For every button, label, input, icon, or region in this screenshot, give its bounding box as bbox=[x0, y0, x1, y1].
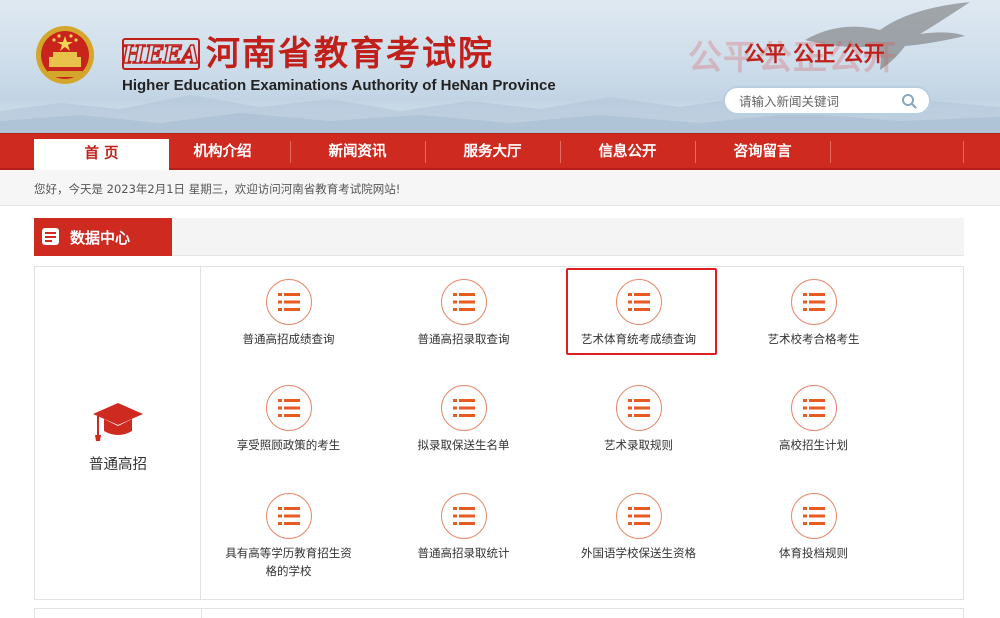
search-box bbox=[723, 86, 931, 115]
category-label: 普通高招 bbox=[89, 457, 147, 473]
main-nav: 首 页 机构介绍 新闻资讯 服务大厅 信息公开 咨询留言 bbox=[0, 133, 1000, 171]
item-icon-circle bbox=[266, 279, 312, 325]
item-label: 普通高招录取统计 bbox=[417, 546, 510, 560]
grid-item-arts-qualified[interactable]: 艺术校考合格考生 bbox=[726, 267, 901, 367]
item-icon-circle bbox=[791, 385, 837, 431]
data-center-panel: 普通高招 普通高招成绩查询 普通高招录取查询 艺术体育统考成绩查询 艺术校考合格… bbox=[34, 266, 964, 600]
site-header: HEEA 河南省教育考试院 Higher Education Examinati… bbox=[0, 0, 1000, 133]
nav-news[interactable]: 新闻资讯 bbox=[290, 134, 425, 170]
item-label: 享受照顾政策的考生 bbox=[236, 438, 341, 452]
nav-separator bbox=[963, 141, 964, 163]
slogan: 公平 公正 公开 bbox=[744, 42, 885, 66]
nav-services[interactable]: 服务大厅 bbox=[425, 134, 560, 170]
grid-item-arts-admission-rules[interactable]: 艺术录取规则 bbox=[551, 373, 726, 473]
national-emblem-icon bbox=[36, 26, 94, 84]
list-icon bbox=[803, 293, 825, 311]
item-icon-circle bbox=[791, 493, 837, 539]
list-icon bbox=[803, 399, 825, 417]
search-input[interactable] bbox=[739, 91, 899, 111]
item-icon-circle bbox=[441, 279, 487, 325]
next-panel-divider bbox=[201, 609, 202, 618]
heea-logo: HEEA bbox=[122, 38, 200, 70]
item-label: 外国语学校保送生资格 bbox=[581, 546, 696, 560]
item-label: 具有高等学历教育招生资格的学校 bbox=[225, 546, 352, 578]
grid-item-recommended-list[interactable]: 拟录取保送生名单 bbox=[376, 373, 551, 473]
nav-about[interactable]: 机构介绍 bbox=[155, 134, 290, 170]
list-icon bbox=[453, 293, 475, 311]
section-tab[interactable]: 数据中心 bbox=[34, 218, 172, 256]
item-icon-circle bbox=[616, 493, 662, 539]
grid-item-qualified-schools[interactable]: 具有高等学历教育招生资格的学校 bbox=[201, 481, 376, 593]
grid-item-admission-statistics[interactable]: 普通高招录取统计 bbox=[376, 481, 551, 581]
item-icon-circle bbox=[441, 385, 487, 431]
list-icon bbox=[278, 293, 300, 311]
item-label: 普通高招录取查询 bbox=[417, 332, 510, 346]
welcome-text: 您好，今天是 2023年2月1日 星期三，欢迎访问河南省教育考试院网站! bbox=[34, 182, 401, 196]
grid-item-sports-filing-rules[interactable]: 体育投档规则 bbox=[726, 481, 901, 581]
section-title: 数据中心 bbox=[70, 229, 131, 247]
site-title: 河南省教育考试院 bbox=[206, 34, 494, 74]
nav-home[interactable]: 首 页 bbox=[34, 139, 169, 171]
list-icon bbox=[453, 399, 475, 417]
category-column[interactable]: 普通高招 bbox=[35, 267, 201, 599]
grid-item-admission-query[interactable]: 普通高招录取查询 bbox=[376, 267, 551, 367]
graduation-cap-icon bbox=[93, 403, 143, 441]
item-label: 拟录取保送生名单 bbox=[417, 438, 510, 452]
item-icon-circle bbox=[441, 493, 487, 539]
item-icon-circle bbox=[791, 279, 837, 325]
document-icon bbox=[42, 228, 59, 245]
list-icon bbox=[628, 399, 650, 417]
item-icon-circle bbox=[266, 493, 312, 539]
nav-separator bbox=[830, 141, 831, 163]
next-panel bbox=[34, 608, 964, 618]
site-subtitle: Higher Education Examinations Authority … bbox=[122, 77, 556, 94]
nav-consult[interactable]: 咨询留言 bbox=[695, 134, 830, 170]
search-icon[interactable] bbox=[901, 93, 917, 109]
section-header: 数据中心 bbox=[34, 218, 964, 256]
highlight-box bbox=[566, 268, 717, 355]
nav-public-info[interactable]: 信息公开 bbox=[560, 134, 695, 170]
grid-item-preferential-policy[interactable]: 享受照顾政策的考生 bbox=[201, 373, 376, 473]
svg-text:HEEA: HEEA bbox=[122, 40, 200, 69]
item-label: 艺术录取规则 bbox=[604, 438, 673, 452]
list-icon bbox=[278, 507, 300, 525]
list-icon bbox=[803, 507, 825, 525]
list-icon bbox=[278, 399, 300, 417]
list-icon bbox=[453, 507, 475, 525]
item-label: 高校招生计划 bbox=[779, 438, 848, 452]
grid-item-score-query[interactable]: 普通高招成绩查询 bbox=[201, 267, 376, 367]
item-icon-circle bbox=[266, 385, 312, 431]
list-icon bbox=[628, 507, 650, 525]
grid-item-enrollment-plan[interactable]: 高校招生计划 bbox=[726, 373, 901, 473]
item-icon-circle bbox=[616, 385, 662, 431]
item-label: 普通高招成绩查询 bbox=[242, 332, 335, 346]
item-label: 艺术校考合格考生 bbox=[767, 332, 860, 346]
item-label: 体育投档规则 bbox=[779, 546, 848, 560]
info-bar: 您好，今天是 2023年2月1日 星期三，欢迎访问河南省教育考试院网站! bbox=[0, 170, 1000, 206]
grid-item-foreign-language-recommend[interactable]: 外国语学校保送生资格 bbox=[551, 481, 726, 581]
